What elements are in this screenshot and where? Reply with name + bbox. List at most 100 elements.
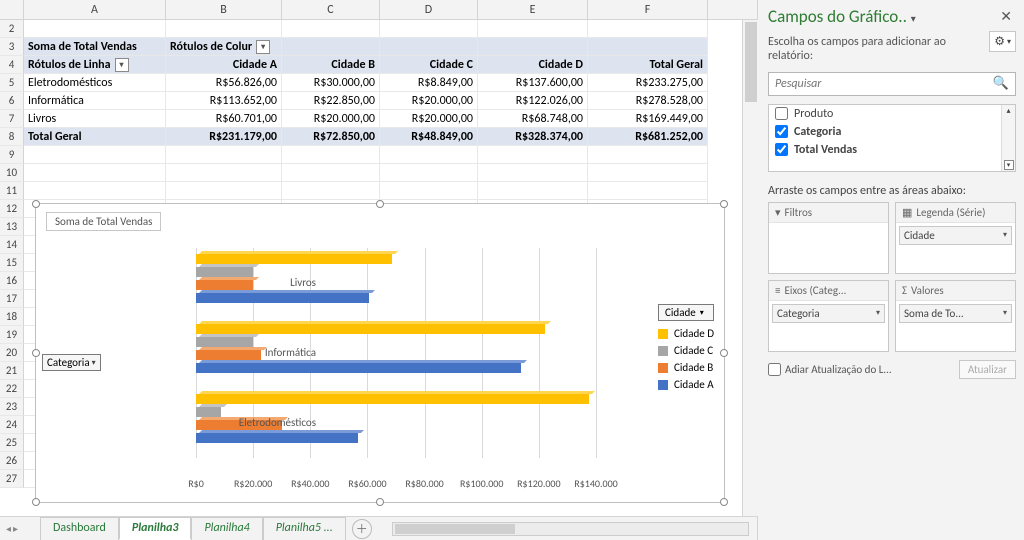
cell[interactable]: R$231.179,00 <box>166 128 282 146</box>
cell[interactable] <box>588 182 708 200</box>
update-button[interactable]: Atualizar <box>959 360 1016 379</box>
field-checkbox[interactable] <box>775 125 788 138</box>
pivot-chart[interactable]: Soma de Total Vendas Categoria Cidade Ci… <box>35 203 725 503</box>
row-num[interactable]: 26 <box>0 452 24 470</box>
area-item[interactable]: Categoria <box>772 304 885 323</box>
cell[interactable]: R$60.701,00 <box>166 110 282 128</box>
sheet-tab[interactable]: Planilha3 <box>119 517 192 540</box>
row-num[interactable]: 22 <box>0 380 24 398</box>
sheet-tab[interactable]: Planilha5 ... <box>263 517 346 540</box>
cell[interactable]: R$30.000,00 <box>282 74 380 92</box>
row-num[interactable]: 19 <box>0 326 24 344</box>
col-header-A[interactable]: A <box>24 0 166 19</box>
pivot-row-label[interactable]: Rótulos de Linha <box>24 56 166 74</box>
cell[interactable]: R$169.449,00 <box>588 110 708 128</box>
pivot-col-header[interactable]: Cidade D <box>478 56 588 74</box>
cell[interactable] <box>166 164 282 182</box>
chart-axis-button[interactable]: Categoria <box>42 354 101 371</box>
row-num[interactable]: 14 <box>0 236 24 254</box>
row-num[interactable]: 27 <box>0 470 24 488</box>
cell[interactable] <box>282 146 380 164</box>
bar[interactable] <box>196 324 545 334</box>
row-num[interactable]: 21 <box>0 362 24 380</box>
legend-item[interactable]: Cidade C <box>658 344 714 357</box>
col-header-E[interactable]: E <box>478 0 588 19</box>
sheet-tab[interactable]: Dashboard <box>40 517 119 540</box>
row-num[interactable]: 2 <box>0 20 24 38</box>
cell[interactable]: R$328.374,00 <box>478 128 588 146</box>
cell[interactable] <box>166 182 282 200</box>
row-num[interactable]: 23 <box>0 398 24 416</box>
add-sheet-button[interactable]: ＋ <box>352 519 372 539</box>
col-header-B[interactable]: B <box>166 0 282 19</box>
cell[interactable] <box>380 146 478 164</box>
row-num[interactable]: 16 <box>0 272 24 290</box>
area-filters[interactable]: ▾Filtros <box>768 202 889 274</box>
row-num[interactable]: 15 <box>0 254 24 272</box>
cell[interactable]: R$233.275,00 <box>588 74 708 92</box>
col-header-D[interactable]: D <box>380 0 478 19</box>
cell[interactable] <box>282 164 380 182</box>
cell[interactable] <box>588 164 708 182</box>
filter-dropdown-icon[interactable] <box>115 58 129 72</box>
cell[interactable]: R$72.850,00 <box>282 128 380 146</box>
cell[interactable]: R$137.600,00 <box>478 74 588 92</box>
field-item[interactable]: Produto <box>769 105 1015 123</box>
cell[interactable]: R$681.252,00 <box>588 128 708 146</box>
sheet-tab[interactable]: Planilha4 <box>191 517 262 540</box>
resize-handle[interactable] <box>720 349 728 357</box>
resize-handle[interactable] <box>32 498 40 506</box>
cell[interactable]: R$22.850,00 <box>282 92 380 110</box>
row-num[interactable]: 25 <box>0 434 24 452</box>
scrollbar-thumb[interactable] <box>395 524 515 534</box>
cell[interactable]: R$122.026,00 <box>478 92 588 110</box>
cell[interactable]: Eletrodomésticos <box>24 74 166 92</box>
cell[interactable]: R$113.652,00 <box>166 92 282 110</box>
row-num[interactable]: 12 <box>0 200 24 218</box>
row-num[interactable]: 13 <box>0 218 24 236</box>
cell[interactable]: Livros <box>24 110 166 128</box>
cell[interactable]: R$56.826,00 <box>166 74 282 92</box>
cell[interactable]: R$68.748,00 <box>478 110 588 128</box>
pivot-col-label[interactable]: Rótulos de Colur <box>166 38 282 56</box>
field-checkbox[interactable] <box>775 143 788 156</box>
pivot-col-header[interactable]: Cidade B <box>282 56 380 74</box>
resize-handle[interactable] <box>32 349 40 357</box>
row-num[interactable]: 9 <box>0 146 24 164</box>
row-num[interactable]: 4 <box>0 56 24 74</box>
row-num[interactable]: 24 <box>0 416 24 434</box>
cell[interactable] <box>380 182 478 200</box>
cell[interactable] <box>24 164 166 182</box>
legend-item[interactable]: Cidade B <box>658 361 714 374</box>
area-legend[interactable]: ▦Legenda (Série) Cidade <box>895 202 1016 274</box>
legend-item[interactable]: Cidade D <box>658 327 714 340</box>
cell[interactable] <box>282 182 380 200</box>
pivot-col-header[interactable]: Cidade C <box>380 56 478 74</box>
chevron-down-icon[interactable]: ▾ <box>1004 160 1014 170</box>
pivot-col-header[interactable]: Total Geral <box>588 56 708 74</box>
cell[interactable]: R$20.000,00 <box>380 110 478 128</box>
cell[interactable]: R$20.000,00 <box>380 92 478 110</box>
scrollbar-thumb[interactable] <box>745 22 757 102</box>
bar[interactable] <box>196 433 358 443</box>
resize-handle[interactable] <box>376 200 384 208</box>
cell[interactable] <box>166 146 282 164</box>
bar[interactable] <box>196 363 521 373</box>
resize-handle[interactable] <box>720 200 728 208</box>
horizontal-scrollbar[interactable] <box>392 522 749 536</box>
field-item[interactable]: Categoria <box>769 123 1015 141</box>
search-icon[interactable]: 🔍 <box>987 76 1015 91</box>
panel-close-button[interactable]: ✕ <box>996 8 1016 25</box>
field-item[interactable]: Total Vendas <box>769 141 1015 159</box>
resize-handle[interactable] <box>376 498 384 506</box>
chart-title[interactable]: Soma de Total Vendas <box>46 212 161 231</box>
row-num[interactable]: 20 <box>0 344 24 362</box>
chart-legend-button[interactable]: Cidade <box>658 304 714 321</box>
area-item[interactable]: Cidade <box>899 226 1012 245</box>
pivot-col-header[interactable]: Cidade A <box>166 56 282 74</box>
bar[interactable] <box>196 254 392 264</box>
cell[interactable]: R$48.849,00 <box>380 128 478 146</box>
bar[interactable] <box>196 293 369 303</box>
cell[interactable]: Informática <box>24 92 166 110</box>
area-item[interactable]: Soma de To... <box>899 304 1012 323</box>
